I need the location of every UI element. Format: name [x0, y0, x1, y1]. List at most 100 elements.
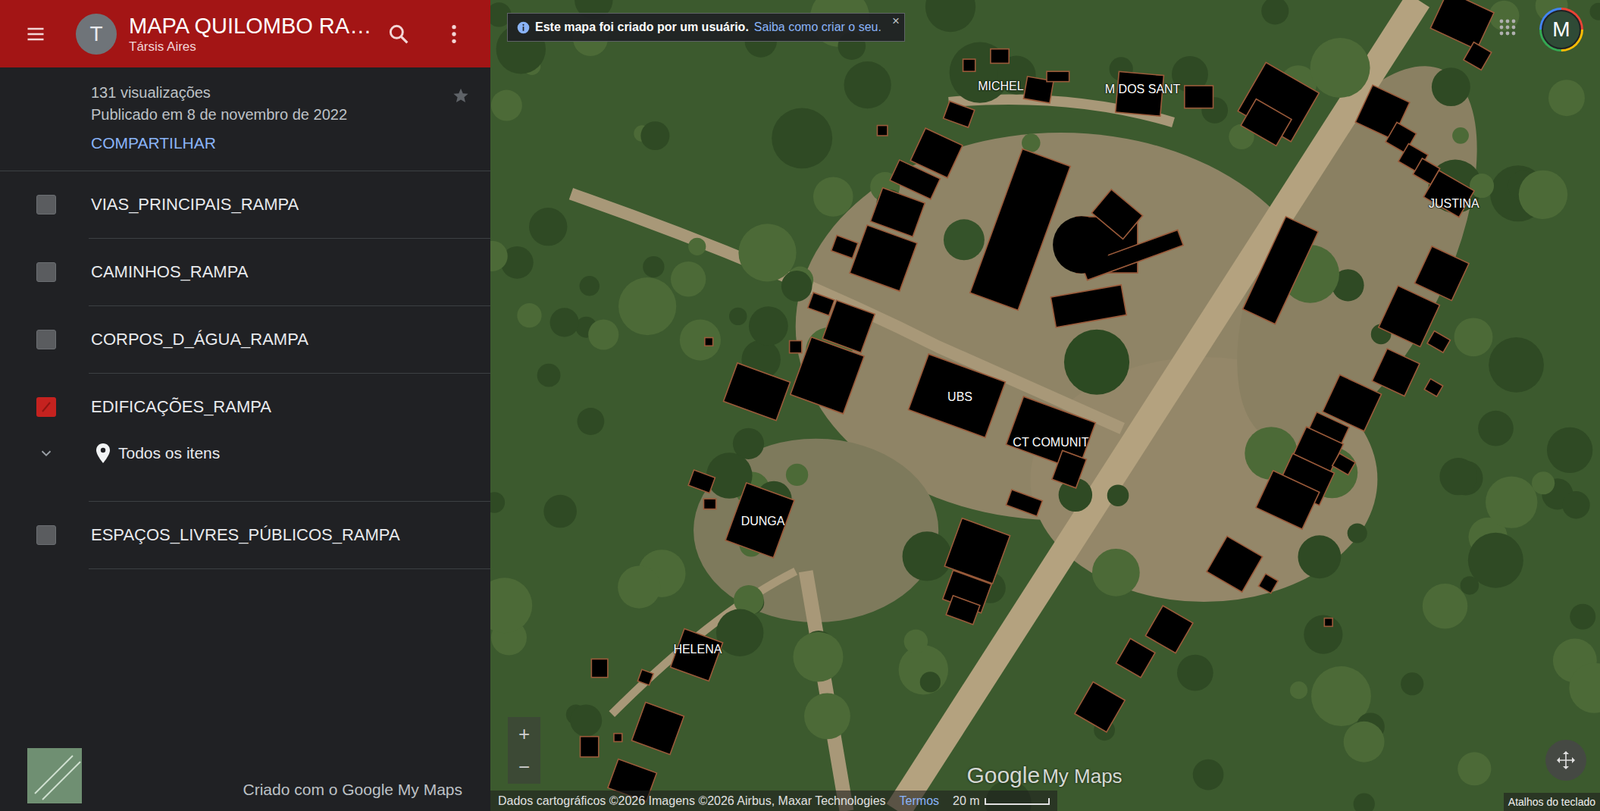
building-shape[interactable]: [1423, 170, 1475, 218]
keyboard-shortcuts-link[interactable]: Atalhos do teclado: [1503, 792, 1600, 811]
building-label[interactable]: M DOS SANT: [1103, 81, 1183, 98]
layer-check-cell: [0, 525, 89, 545]
share-link[interactable]: COMPARTILHAR: [90, 131, 491, 154]
building-shape[interactable]: [1463, 42, 1492, 71]
building-shape[interactable]: [1074, 682, 1125, 733]
layer-item[interactable]: Todos os itens: [0, 434, 491, 473]
zoom-out-button[interactable]: −: [507, 750, 541, 784]
building-label[interactable]: CT COMUNIT: [1011, 435, 1090, 451]
search-icon[interactable]: [386, 21, 411, 47]
scale[interactable]: 20 m: [952, 794, 1050, 808]
building-shape[interactable]: [963, 59, 976, 72]
building-shape[interactable]: [831, 235, 858, 259]
building-shape[interactable]: [613, 733, 623, 743]
satellite-imagery[interactable]: [490, 0, 1600, 811]
layer-checkbox[interactable]: [36, 262, 57, 282]
layer-name: CORPOS_D_ÁGUA_RAMPA: [88, 329, 309, 350]
building-shape[interactable]: [704, 337, 714, 346]
layer-row[interactable]: VIAS_PRINCIPAIS_RAMPA: [0, 171, 491, 238]
building-shape[interactable]: [580, 736, 599, 758]
building-label[interactable]: JUSTINA: [1427, 196, 1482, 212]
map-titles: MAPA QUILOMBO RA…Társis Aires: [128, 12, 376, 56]
pan-control[interactable]: [1545, 739, 1587, 781]
building-shape[interactable]: [849, 225, 918, 292]
building-shape[interactable]: [1371, 348, 1420, 397]
more-icon[interactable]: [441, 21, 467, 47]
building-shape[interactable]: [1145, 605, 1193, 654]
building-shape[interactable]: [631, 701, 684, 755]
building-shape[interactable]: [807, 292, 835, 316]
layer-row[interactable]: CAMINHOS_RAMPA: [0, 238, 491, 306]
layer-checkbox[interactable]: [36, 397, 57, 417]
close-button[interactable]: ×: [892, 14, 900, 29]
basemap-thumbnail[interactable]: [27, 748, 82, 804]
chevron-down-icon[interactable]: [37, 444, 55, 462]
layer-name: ESPAÇOS_LIVRES_PÚBLICOS_RAMPA: [88, 525, 401, 545]
building-shape[interactable]: [990, 49, 1009, 64]
building-shape[interactable]: [1115, 638, 1156, 677]
building-shape[interactable]: [591, 658, 608, 677]
logo-google: Google: [966, 762, 1040, 788]
account-button[interactable]: M: [1539, 7, 1584, 52]
view-count: 131 visualizações: [90, 81, 491, 104]
building-shape[interactable]: [1052, 216, 1110, 273]
layer-checkbox[interactable]: [36, 525, 57, 545]
basemap-icon: [27, 748, 82, 804]
layer-row[interactable]: EDIFICAÇÕES_RAMPA: [0, 373, 491, 441]
building-shape[interactable]: [943, 100, 975, 128]
terms-link[interactable]: Termos: [899, 794, 940, 808]
building-label[interactable]: HELENA: [671, 641, 724, 658]
building-shape[interactable]: [908, 353, 1006, 438]
building-shape[interactable]: [1258, 573, 1278, 594]
layer-name: EDIFICAÇÕES_RAMPA: [88, 397, 272, 417]
building-shape[interactable]: [1240, 99, 1292, 147]
building-shape[interactable]: [637, 669, 654, 686]
layer-checkbox[interactable]: [36, 194, 57, 215]
star-icon[interactable]: [452, 87, 470, 104]
zoom-in-button[interactable]: +: [507, 717, 541, 751]
author-name: Társis Aires: [128, 38, 376, 56]
building-shape[interactable]: [1324, 618, 1333, 627]
building-shape[interactable]: [670, 629, 724, 682]
building-shape[interactable]: [1050, 284, 1127, 328]
building-shape[interactable]: [725, 482, 795, 558]
building-shape[interactable]: [1414, 246, 1469, 301]
create-map-link[interactable]: Saiba como criar o seu.: [754, 20, 882, 35]
building-shape[interactable]: [789, 341, 802, 354]
building-shape[interactable]: [1255, 470, 1320, 530]
building-label[interactable]: MICHEL: [976, 78, 1025, 94]
building-shape[interactable]: [1430, 0, 1494, 51]
building-shape[interactable]: [1243, 216, 1319, 325]
layer-row[interactable]: CORPOS_D_ÁGUA_RAMPA: [0, 306, 491, 373]
building-shape[interactable]: [876, 125, 887, 136]
building-shape[interactable]: [1332, 453, 1356, 475]
building-shape[interactable]: [1052, 450, 1087, 488]
layer-check-cell: [0, 194, 89, 215]
building-shape[interactable]: [688, 469, 715, 493]
scale-label: 20 m: [952, 794, 981, 808]
building-shape[interactable]: [1427, 331, 1450, 353]
layer-check-cell: [0, 329, 89, 350]
building-label[interactable]: DUNGA: [739, 513, 787, 530]
layer-checkbox[interactable]: [36, 329, 57, 350]
building-shape[interactable]: [1206, 536, 1263, 593]
author-avatar[interactable]: T: [75, 13, 117, 55]
menu-icon[interactable]: [25, 23, 47, 45]
building-shape[interactable]: [723, 363, 791, 421]
layer-row[interactable]: ESPAÇOS_LIVRES_PÚBLICOS_RAMPA: [0, 501, 491, 569]
divider: [88, 500, 491, 502]
layer: VIAS_PRINCIPAIS_RAMPA: [0, 171, 491, 239]
layer-check-cell: [0, 262, 89, 282]
building-shape[interactable]: [945, 595, 981, 625]
building-shape[interactable]: [1184, 85, 1214, 109]
spacer: [0, 472, 491, 501]
building-shape[interactable]: [970, 148, 1071, 310]
building-shape[interactable]: [1005, 489, 1043, 517]
building-shape[interactable]: [703, 498, 716, 509]
building-shape[interactable]: [1424, 378, 1443, 397]
building-shape[interactable]: [1046, 71, 1070, 82]
apps-grid-icon[interactable]: [1498, 18, 1517, 37]
map-header: T MAPA QUILOMBO RA…Társis Aires: [0, 0, 491, 68]
building-label[interactable]: UBS: [945, 389, 974, 405]
layer: EDIFICAÇÕES_RAMPA Todos os itens: [0, 373, 491, 502]
